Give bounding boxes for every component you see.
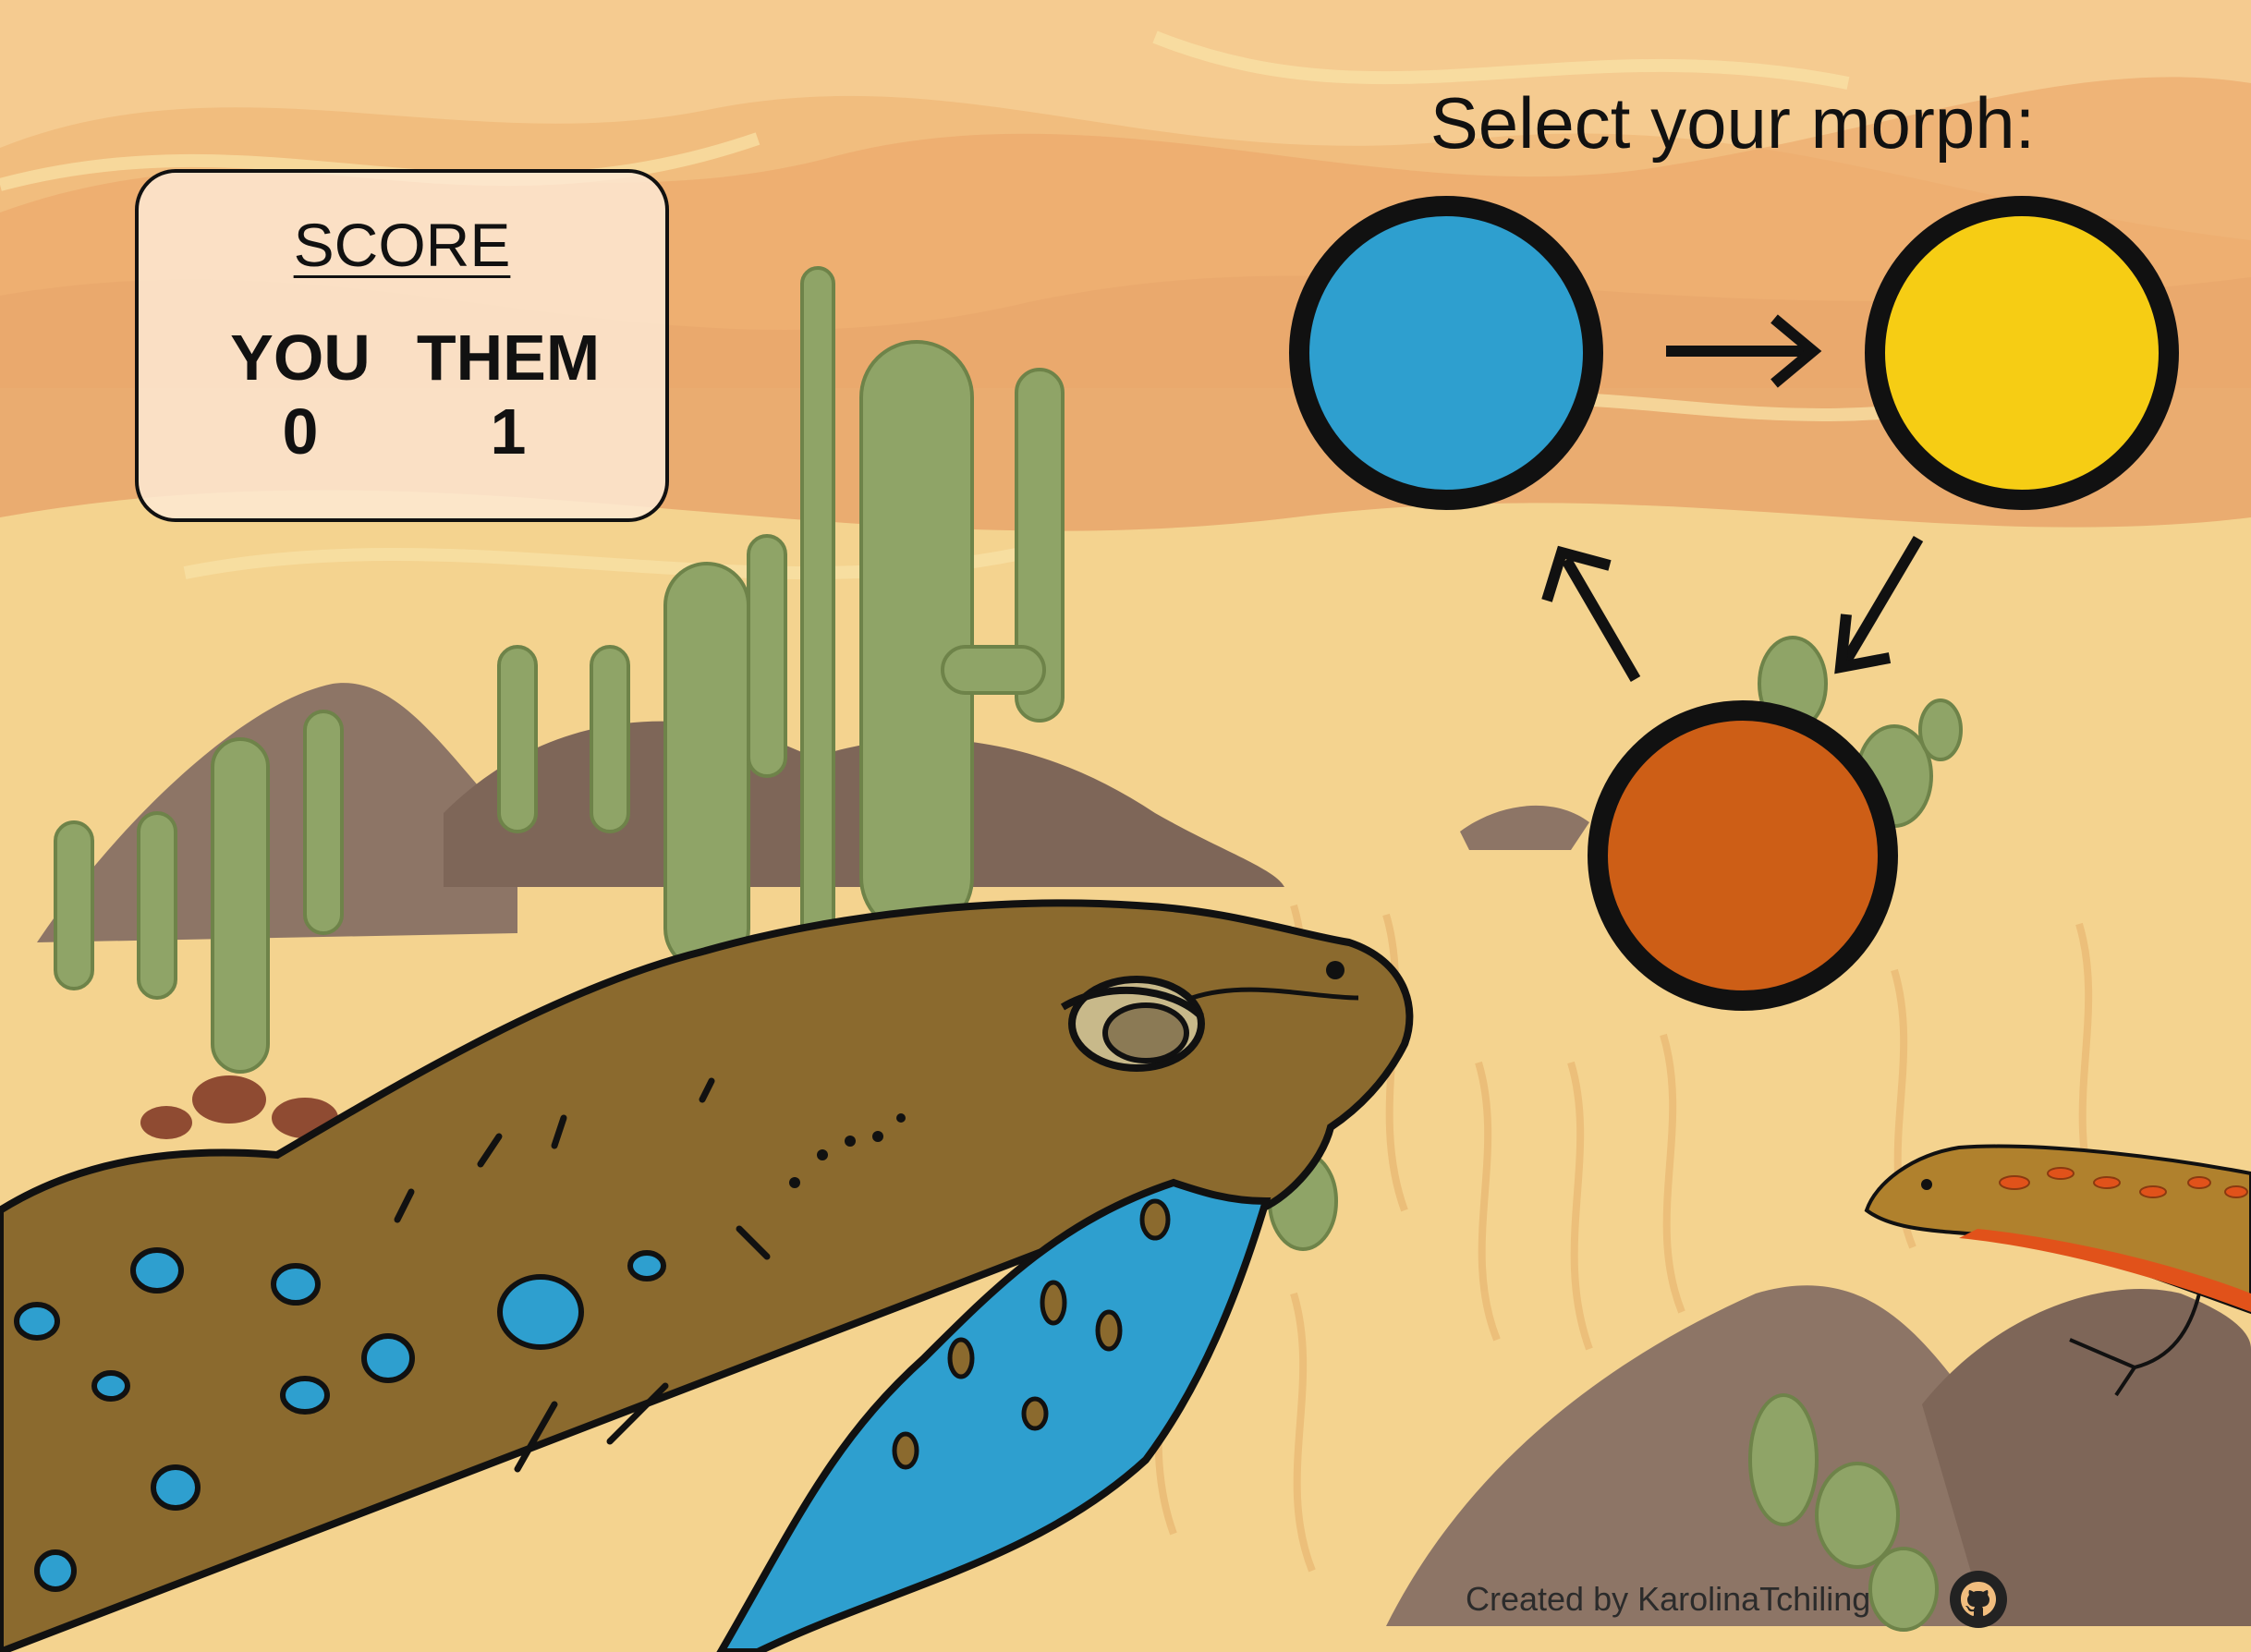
morph-blue-button[interactable] <box>1289 196 1603 510</box>
morph-yellow-button[interactable] <box>1865 196 2179 510</box>
score-them-label: THEM <box>416 322 601 394</box>
score-you-column: YOU 0 <box>194 321 407 468</box>
game-stage: SCORE YOU 0 THEM 1 Select your morph: Cr… <box>0 0 2251 1652</box>
score-you-value: 0 <box>282 395 319 468</box>
morph-picker-title: Select your morph: <box>1430 82 2036 164</box>
score-title: SCORE <box>293 211 511 279</box>
score-them-column: THEM 1 <box>402 321 614 468</box>
morph-orange-button[interactable] <box>1588 700 1898 1011</box>
score-you-label: YOU <box>230 322 371 394</box>
github-icon[interactable] <box>1948 1569 2009 1630</box>
score-panel: SCORE YOU 0 THEM 1 <box>135 169 669 522</box>
score-them-value: 1 <box>490 395 527 468</box>
credit-text: Created by KarolinaTchiling <box>1466 1580 1871 1618</box>
